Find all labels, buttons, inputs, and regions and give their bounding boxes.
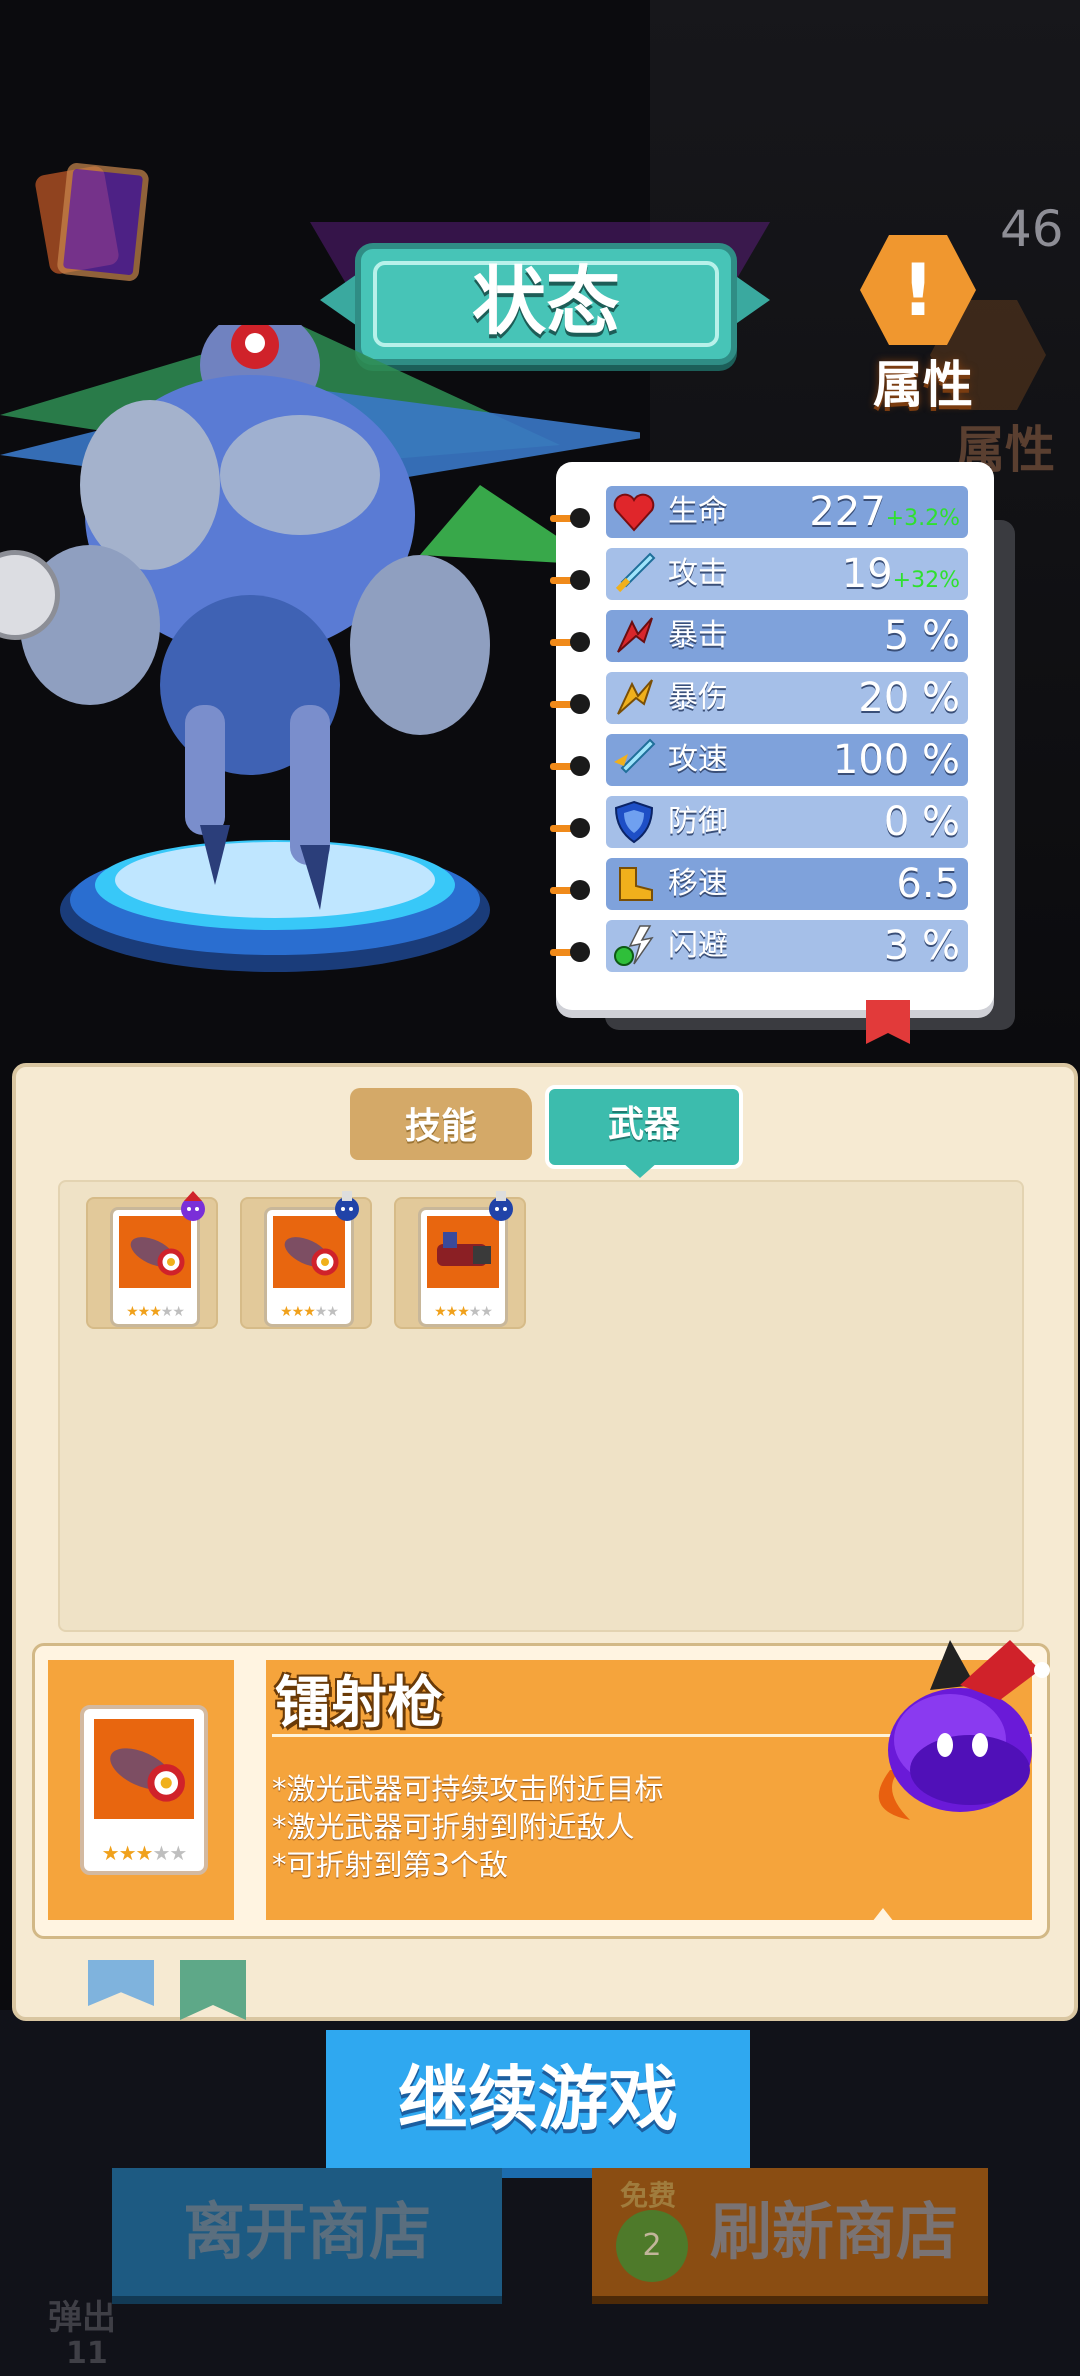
laser-gun-icon: [119, 1216, 191, 1288]
refresh-shop-button[interactable]: 免费 2 刷新商店: [592, 2168, 988, 2296]
refresh-shop-label: 刷新商店: [710, 2195, 959, 2268]
stat-value: 3 %: [883, 923, 960, 969]
stat-row-crit-damage: 暴伤 20 %: [606, 672, 968, 724]
weapon-detail-thumb: ★★★★★: [80, 1705, 208, 1875]
eject-label: 弹出: [48, 2298, 116, 2338]
jester-mascot-icon: [878, 1640, 1050, 1820]
score-counter: 46: [1000, 200, 1064, 258]
attribute-badge-label[interactable]: 属性: [858, 345, 988, 417]
recycle-icon: 2: [616, 2210, 688, 2282]
stat-bonus: +3.2%: [885, 506, 960, 531]
binder-ring: [550, 570, 592, 590]
description-line: *激光武器可折射到附近敌人: [272, 1810, 635, 1844]
robot-character: [0, 325, 640, 972]
star-rating: ★★★★★: [280, 1304, 339, 1320]
stat-label: 防御: [668, 804, 728, 839]
leave-shop-button[interactable]: 离开商店: [112, 2168, 502, 2296]
star-rating: ★★★★★: [101, 1841, 188, 1865]
stat-row-crit: 暴击 5 %: [606, 610, 968, 662]
stat-label: 暴伤: [668, 680, 728, 715]
binder-ring: [550, 942, 592, 962]
stat-row-attack-speed: 攻速 100 %: [606, 734, 968, 786]
knight-badge-icon: [489, 1191, 513, 1221]
binder-ring: [550, 756, 592, 776]
binder-ring: [550, 694, 592, 714]
stat-row-attack: 攻击 19+32%: [606, 548, 968, 600]
dodge-icon: [614, 925, 654, 966]
laser-gun-icon: [273, 1216, 345, 1288]
stat-value: 19+32%: [841, 551, 960, 597]
stat-label: 生命: [668, 494, 728, 529]
stat-label: 暴击: [668, 618, 728, 653]
description-line: *激光武器可持续攻击附近目标: [272, 1772, 664, 1806]
stats-panel: 生命 227+3.2% 攻击 19+32% 暴击 5 % 暴伤 20 % 攻速 …: [550, 462, 994, 1010]
binder-ring: [550, 632, 592, 652]
heart-icon: [613, 493, 655, 532]
jester-badge-icon: [181, 1191, 205, 1221]
stat-row-defense: 防御 0 %: [606, 796, 968, 848]
crit-arrow-icon: [617, 617, 653, 653]
weapon-slot[interactable]: ★★★★★: [240, 1191, 372, 1329]
refresh-free-label: 免费: [620, 2179, 677, 2212]
binder-ring: [550, 508, 592, 528]
binder-ring: [550, 818, 592, 838]
stat-value: 6.5: [896, 861, 960, 907]
stat-row-move-speed: 移速 6.5: [606, 858, 968, 910]
stat-row-health: 生命 227+3.2%: [606, 486, 968, 538]
stat-label: 攻击: [668, 556, 728, 591]
binder-ring: [550, 880, 592, 900]
weapon-name: 镭射枪: [275, 1671, 443, 1736]
stat-label: 攻速: [668, 742, 728, 777]
tab-skill[interactable]: 技能: [350, 1088, 532, 1160]
sword-icon: [615, 552, 656, 593]
stat-value: 100 %: [832, 737, 960, 783]
card-deck-icon[interactable]: [30, 140, 150, 282]
star-rating: ★★★★★: [434, 1304, 493, 1320]
eject-counter[interactable]: 弹出 11: [48, 2300, 116, 2372]
tab-weapon[interactable]: 武器: [545, 1085, 743, 1169]
knight-badge-icon: [335, 1191, 359, 1221]
stat-label: 闪避: [668, 928, 728, 963]
attack-speed-icon: [614, 738, 656, 774]
stat-bonus: +32%: [892, 568, 960, 593]
description-line: *可折射到第3个敌: [272, 1848, 508, 1882]
continue-game-button[interactable]: 继续游戏: [326, 2030, 750, 2168]
stat-label: 移速: [668, 866, 728, 901]
boot-icon: [619, 867, 653, 901]
weapon-slot[interactable]: ★★★★★: [394, 1191, 526, 1329]
crit-damage-icon: [617, 679, 653, 715]
stat-value: 5 %: [883, 613, 960, 659]
laser-gun-icon: [94, 1719, 194, 1819]
weapon-grid: ★★★★★ ★★★★★ ★★★★★: [58, 1180, 1024, 1632]
weapon-slot[interactable]: ★★★★★: [86, 1191, 218, 1329]
cannon-icon: [427, 1216, 499, 1288]
weapon-description: *激光武器可持续攻击附近目标 *激光武器可折射到附近敌人 *可折射到第3个敌: [272, 1770, 664, 1884]
stat-value: 20 %: [858, 675, 960, 721]
stat-value: 0 %: [883, 799, 960, 845]
eject-count: 11: [66, 2336, 108, 2371]
star-rating: ★★★★★: [126, 1304, 185, 1320]
stat-value: 227+3.2%: [809, 489, 960, 535]
shield-icon: [614, 800, 654, 844]
stat-row-dodge: 闪避 3 %: [606, 920, 968, 972]
